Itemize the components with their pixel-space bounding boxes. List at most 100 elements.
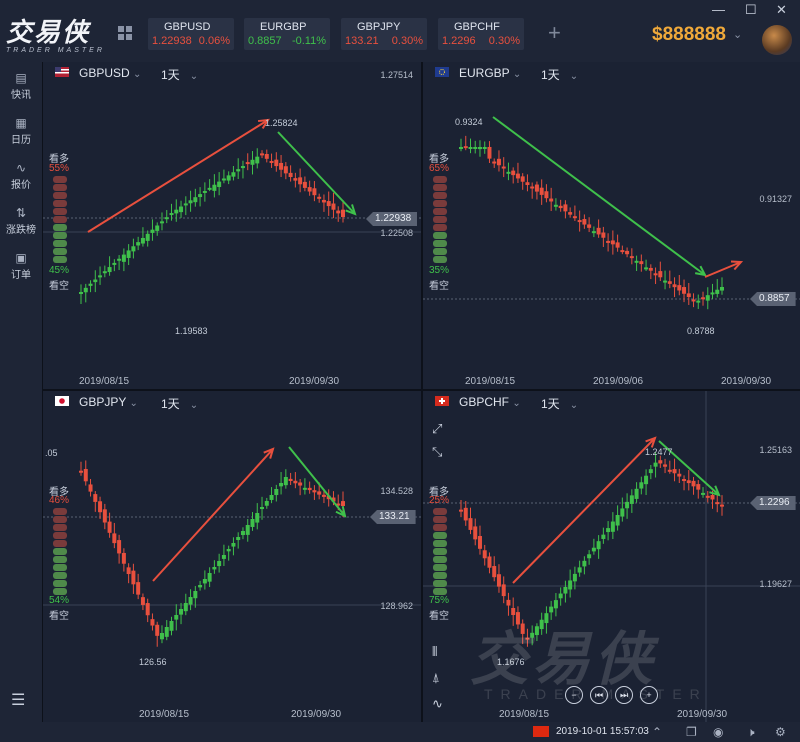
sentiment-pill [53,572,67,579]
current-price-tag: 133.21 [370,510,416,524]
candle-body [534,184,539,192]
candle-body [117,540,122,554]
candle-body [468,147,473,149]
candle-body [79,470,83,473]
candle-body [274,159,279,167]
avatar[interactable] [762,25,792,55]
date-label: 2019/09/30 [677,709,728,720]
chart-panel-gbpusd[interactable]: GBPUSD ⌄ 1天 ⌄ 1.27514 1.22508 看多 55% 45%… [43,62,421,389]
step-forward-button[interactable]: ⏭ [615,686,633,704]
symbol-label: GBPUSD [79,66,130,80]
step-back-button[interactable]: ⏮ [590,686,608,704]
timeframe-selector[interactable]: 1天 ⌄ [161,395,198,412]
candle-body [620,508,625,517]
add-quote-icon[interactable]: + [548,20,561,46]
quote-tab-gbpjpy[interactable]: GBPJPY 133.21 0.30% [341,18,427,50]
indicator-icon[interactable]: ⫴ [432,644,437,660]
sentiment-pill [53,232,67,239]
quote-tab-gbpchf[interactable]: GBPCHF 1.2296 0.30% [438,18,524,50]
candle-body [506,599,511,606]
candle-body [653,273,658,276]
candle-body [283,166,288,174]
candle-body [250,519,255,527]
quote-tab-eurgbp[interactable]: EURGBP 0.8857 -0.11% [244,18,330,50]
sentiment-pill [433,176,447,183]
timeframe-selector[interactable]: 1天 ⌄ [541,395,578,412]
candle-body [321,199,326,203]
sentiment-pill [433,532,447,539]
sidebar-item-ranking[interactable]: ⇅ 涨跌榜 [0,207,42,236]
candle-body [274,489,279,496]
flag-icon [435,396,449,406]
candle-body [606,240,611,243]
candle-body [155,225,160,231]
candle-body [477,147,482,150]
quote-change: 0.30% [391,35,423,47]
bear-label: 看空 [49,611,69,622]
bear-label: 看空 [429,281,449,292]
account-balance[interactable]: $888888 [652,24,726,46]
candle-body [312,490,317,493]
candle-body [682,287,687,294]
candle-body [658,460,663,464]
candle-body [255,513,260,523]
candle-body [150,229,155,233]
sidebar-item-orders[interactable]: ▣ 订单 [0,252,42,281]
minimize-button[interactable]: — [712,2,725,17]
quote-change: -0.11% [291,35,326,47]
window-icon[interactable]: ❐ [686,725,697,739]
symbol-selector[interactable]: GBPUSD ⌄ [79,66,141,80]
candle-body [198,194,203,198]
flag-icon [55,396,69,406]
chart-panel-gbpjpy[interactable]: GBPJPY ⌄ 1天 ⌄ 134.528 128.962 看多 46% 54%… [43,391,421,722]
sentiment-pill [433,564,447,571]
candle-body [577,567,582,573]
candle-body [83,287,88,293]
menu-icon[interactable]: ☰ [11,690,25,710]
candle-body [131,246,136,252]
chevron-up-icon[interactable]: ⌃ [652,725,662,739]
symbol-selector[interactable]: GBPCHF ⌄ [459,395,521,409]
candle-body [720,287,724,291]
camera-icon[interactable]: ◉ [713,725,723,739]
candlestick-chart [423,116,800,310]
sidebar-item-quotes[interactable]: ∿ 报价 [0,162,42,191]
close-button[interactable]: ✕ [776,2,787,18]
candle-body [482,147,487,149]
symbol-selector[interactable]: GBPJPY ⌄ [79,395,138,409]
high-price-label: 1.25824 [265,118,298,128]
symbol-selector[interactable]: EURGBP ⌄ [459,66,521,80]
chart-panel-eurgbp[interactable]: EURGBP ⌄ 1天 ⌄ 0.91327 看多 65% 35% 看空 0.93… [423,62,800,389]
sentiment-pill [53,532,67,539]
candle-body [121,254,126,262]
sidebar-item-news[interactable]: ▤ 快讯 [0,72,42,101]
timeframe-selector[interactable]: 1天 ⌄ [161,66,198,83]
collapse-icon[interactable]: ⤡ [432,444,442,460]
wave-icon[interactable]: ∿ [432,696,443,712]
layout-grid-icon[interactable] [118,26,132,40]
zoom-out-button[interactable]: − [565,686,583,704]
candle-body [136,582,141,595]
quote-tab-gbpusd[interactable]: GBPUSD 1.22938 0.06% [148,18,234,50]
candle-body [701,297,706,300]
timeframe-selector[interactable]: 1天 ⌄ [541,66,578,83]
chevron-down-icon[interactable]: ⌄ [733,28,742,41]
bear-percent: 75% [429,595,450,606]
watermark-text: 交易侠 [470,625,657,693]
maximize-button[interactable]: ☐ [745,2,757,18]
sort-icon: ⇅ [15,206,27,220]
candle-body [705,495,710,498]
drawing-tool-icon[interactable]: ⍋ [432,670,440,686]
mute-icon[interactable]: 🕨 [747,725,755,740]
candle-body [255,156,260,164]
zoom-in-button[interactable]: + [640,686,658,704]
candle-body [183,203,188,206]
order-icon: ▣ [15,251,27,265]
candle-body [663,464,668,467]
expand-icon[interactable]: ⤢ [432,421,442,437]
candle-body [317,196,322,199]
sidebar-item-calendar[interactable]: ▦ 日历 [0,117,42,146]
candle-body [501,166,506,169]
candle-body [260,153,265,156]
settings-icon[interactable]: ⚙ [775,725,786,739]
